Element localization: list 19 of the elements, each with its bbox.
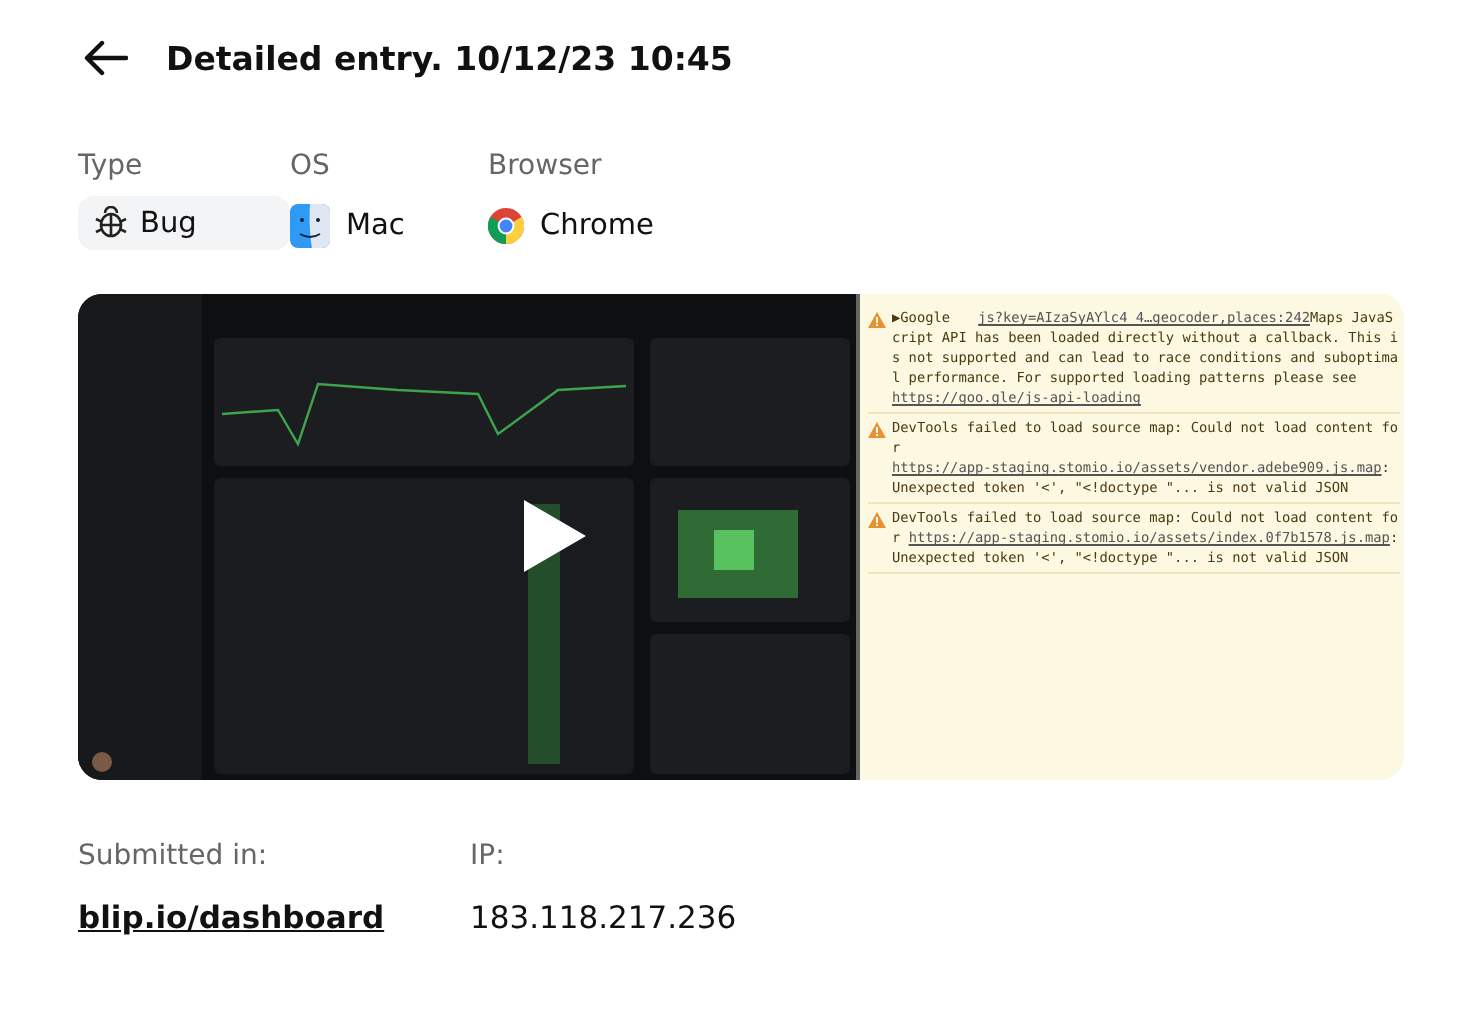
type-chip: Bug: [78, 196, 290, 250]
ip-address: 183.118.217.236: [470, 900, 737, 936]
field-label: Type: [78, 150, 145, 182]
field-label: OS: [290, 150, 332, 182]
detail-label: IP:: [470, 840, 507, 872]
page-title: Detailed entry. 10/12/23 10:45: [166, 39, 733, 77]
field-value: Mac: [346, 209, 405, 241]
chrome-icon: [488, 207, 524, 243]
play-icon[interactable]: [518, 496, 590, 576]
field-label: Browser: [488, 150, 604, 182]
submitted-link[interactable]: blip.io/dashboard: [78, 900, 470, 936]
warning-icon: [868, 422, 886, 438]
field-value: Chrome: [540, 209, 654, 241]
bug-icon: [94, 206, 128, 240]
warning-icon: [868, 512, 886, 528]
detail-label: Submitted in:: [78, 840, 270, 872]
warning-icon: [868, 312, 886, 328]
finder-icon: [290, 203, 330, 247]
back-arrow-icon[interactable]: [84, 40, 128, 76]
